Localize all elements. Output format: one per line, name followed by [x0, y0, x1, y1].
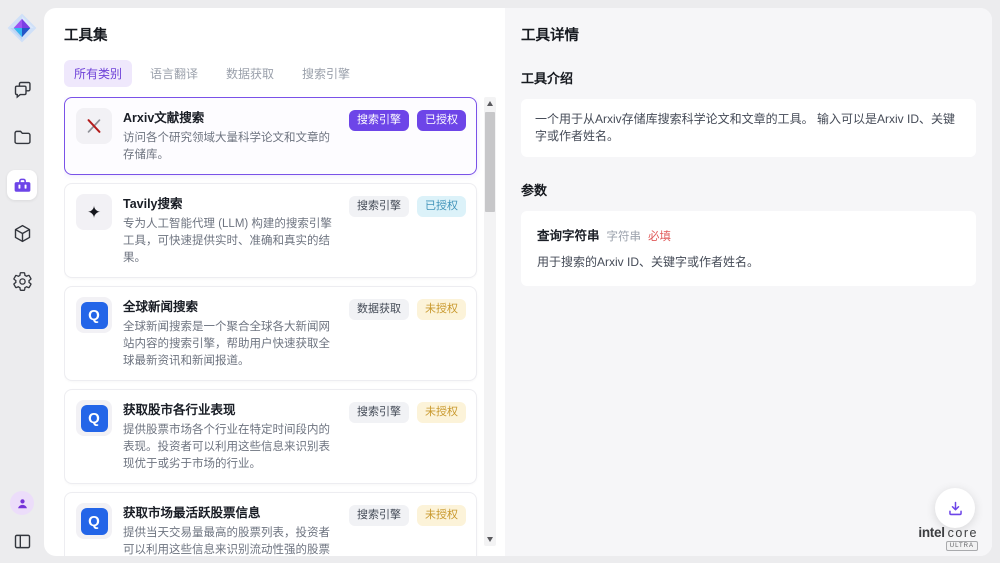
intel-core-logo: intel core ULTRA — [918, 525, 978, 551]
folder-icon — [12, 127, 33, 148]
tool-badges: 数据获取 未授权 — [349, 297, 466, 320]
auth-status-badge: 未授权 — [417, 505, 466, 526]
tool-intro-card: 一个用于从Arxiv存储库搜索科学论文和文章的工具。 输入可以是Arxiv ID… — [521, 99, 976, 157]
tool-card[interactable]: Q 全球新闻搜索 全球新闻搜索是一个聚合全球各大新闻网站内容的搜索引擎，帮助用户… — [64, 286, 477, 381]
tool-description: 全球新闻搜索是一个聚合全球各大新闻网站内容的搜索引擎，帮助用户快速获取全球最新资… — [123, 319, 338, 370]
tool-badges: 搜索引擎 已授权 — [349, 194, 466, 217]
tool-name: Tavily搜索 — [123, 195, 338, 213]
auth-status-badge: 未授权 — [417, 402, 466, 423]
category-tab[interactable]: 语言翻译 — [140, 60, 208, 87]
parameter-description: 用于搜索的Arxiv ID、关键字或作者姓名。 — [537, 253, 960, 270]
tool-description: 专为人工智能代理 (LLM) 构建的搜索引擎工具，可快速提供实时、准确和真实的结… — [123, 216, 338, 267]
tool-card[interactable]: ✦ Tavily搜索 专为人工智能代理 (LLM) 构建的搜索引擎工具，可快速提… — [64, 183, 477, 278]
detail-title: 工具详情 — [521, 24, 976, 45]
sidebar-item-settings[interactable] — [7, 266, 37, 296]
tavily-star-icon: ✦ — [87, 204, 101, 221]
auth-status-badge: 已授权 — [417, 196, 466, 217]
tool-name: 获取股市各行业表现 — [123, 401, 338, 419]
tool-card[interactable]: Q 获取市场最活跃股票信息 提供当天交易量最高的股票列表，投资者可以利用这些信息… — [64, 492, 477, 556]
tool-detail-panel: 工具详情 工具介绍 一个用于从Arxiv存储库搜索科学论文和文章的工具。 输入可… — [505, 8, 992, 556]
category-badge: 搜索引擎 — [349, 196, 409, 217]
tool-icon: Q — [76, 400, 112, 436]
tool-icon: Q — [76, 297, 112, 333]
tool-badges: 搜索引擎 未授权 — [349, 503, 466, 526]
chat-icon — [12, 79, 33, 100]
category-tab[interactable]: 所有类别 — [64, 60, 132, 87]
toolbox-icon — [12, 175, 33, 196]
tool-name: Arxiv文献搜索 — [123, 109, 338, 127]
cube-icon — [12, 223, 33, 244]
download-button[interactable] — [935, 488, 975, 528]
tool-text: Arxiv文献搜索 访问各个研究领域大量科学论文和文章的存储库。 — [123, 108, 338, 164]
sidebar-item-tools[interactable] — [7, 170, 37, 200]
sidebar-item-chat[interactable] — [7, 74, 37, 104]
parameter-type: 字符串 — [607, 228, 642, 244]
intel-wordmark: intel — [918, 525, 944, 540]
ultra-badge: ULTRA — [946, 541, 978, 551]
gear-icon — [12, 271, 33, 292]
sidebar-bottom — [10, 491, 34, 553]
tool-list: Arxiv文献搜索 访问各个研究领域大量科学论文和文章的存储库。 搜索引擎 已授… — [64, 97, 477, 556]
tool-badges: 搜索引擎 未授权 — [349, 400, 466, 423]
q-search-icon: Q — [81, 302, 108, 329]
collapse-sidebar-button[interactable] — [10, 529, 34, 553]
category-tab[interactable]: 搜索引擎 — [292, 60, 360, 87]
tool-badges: 搜索引擎 已授权 — [349, 108, 466, 131]
tool-text: 全球新闻搜索 全球新闻搜索是一个聚合全球各大新闻网站内容的搜索引擎，帮助用户快速… — [123, 297, 338, 370]
category-tab[interactable]: 数据获取 — [216, 60, 284, 87]
user-avatar[interactable] — [10, 491, 34, 515]
core-wordmark: core — [948, 526, 978, 540]
scroll-down-arrow-icon[interactable] — [487, 537, 493, 542]
tool-icon: ✦ — [76, 194, 112, 230]
panel-toggle-icon — [12, 531, 33, 552]
parameter-name: 查询字符串 — [537, 225, 600, 244]
category-badge: 搜索引擎 — [349, 110, 409, 131]
tool-text: 获取股市各行业表现 提供股票市场各个行业在特定时间段内的表现。投资者可以利用这些… — [123, 400, 338, 473]
required-badge: 必填 — [648, 228, 671, 244]
tool-name: 全球新闻搜索 — [123, 298, 338, 316]
tool-card[interactable]: Q 获取股市各行业表现 提供股票市场各个行业在特定时间段内的表现。投资者可以利用… — [64, 389, 477, 484]
tool-icon: Q — [76, 503, 112, 539]
user-avatar-icon — [15, 496, 30, 511]
params-heading: 参数 — [521, 180, 976, 199]
intro-heading: 工具介绍 — [521, 68, 976, 87]
parameter-card: 查询字符串 字符串 必填 用于搜索的Arxiv ID、关键字或作者姓名。 — [521, 211, 976, 286]
tool-description: 提供股票市场各个行业在特定时间段内的表现。投资者可以利用这些信息来识别表现优于或… — [123, 422, 338, 473]
auth-status-badge: 已授权 — [417, 110, 466, 131]
category-badge: 搜索引擎 — [349, 505, 409, 526]
scrollbar[interactable] — [484, 97, 496, 546]
tool-text: Tavily搜索 专为人工智能代理 (LLM) 构建的搜索引擎工具，可快速提供实… — [123, 194, 338, 267]
category-badge: 数据获取 — [349, 299, 409, 320]
left-rail — [0, 0, 44, 563]
sidebar-item-packages[interactable] — [7, 218, 37, 248]
tool-name: 获取市场最活跃股票信息 — [123, 504, 338, 522]
tool-card[interactable]: Arxiv文献搜索 访问各个研究领域大量科学论文和文章的存储库。 搜索引擎 已授… — [64, 97, 477, 175]
download-icon — [946, 499, 965, 518]
scroll-up-arrow-icon[interactable] — [487, 101, 493, 106]
main-window: 工具集 所有类别 语言翻译 数据获取 搜索引擎 — [44, 8, 992, 556]
tool-list-body: Arxiv文献搜索 访问各个研究领域大量科学论文和文章的存储库。 搜索引擎 已授… — [64, 97, 505, 556]
q-search-icon: Q — [81, 508, 108, 535]
arxiv-logo-icon — [84, 116, 104, 136]
sidebar-nav — [7, 74, 37, 296]
category-tabs: 所有类别 语言翻译 数据获取 搜索引擎 — [64, 60, 505, 87]
page-title: 工具集 — [64, 24, 505, 45]
scrollbar-thumb[interactable] — [485, 112, 495, 212]
tool-list-panel: 工具集 所有类别 语言翻译 数据获取 搜索引擎 — [44, 8, 505, 556]
tool-description: 提供当天交易量最高的股票列表，投资者可以利用这些信息来识别流动性强的股票和潜在的… — [123, 525, 338, 556]
sidebar-item-files[interactable] — [7, 122, 37, 152]
auth-status-badge: 未授权 — [417, 299, 466, 320]
tool-description: 访问各个研究领域大量科学论文和文章的存储库。 — [123, 130, 338, 164]
parameter-header: 查询字符串 字符串 必填 — [537, 225, 960, 244]
tool-text: 获取市场最活跃股票信息 提供当天交易量最高的股票列表，投资者可以利用这些信息来识… — [123, 503, 338, 556]
app-logo — [6, 12, 38, 44]
category-badge: 搜索引擎 — [349, 402, 409, 423]
tool-icon — [76, 108, 112, 144]
q-search-icon: Q — [81, 405, 108, 432]
